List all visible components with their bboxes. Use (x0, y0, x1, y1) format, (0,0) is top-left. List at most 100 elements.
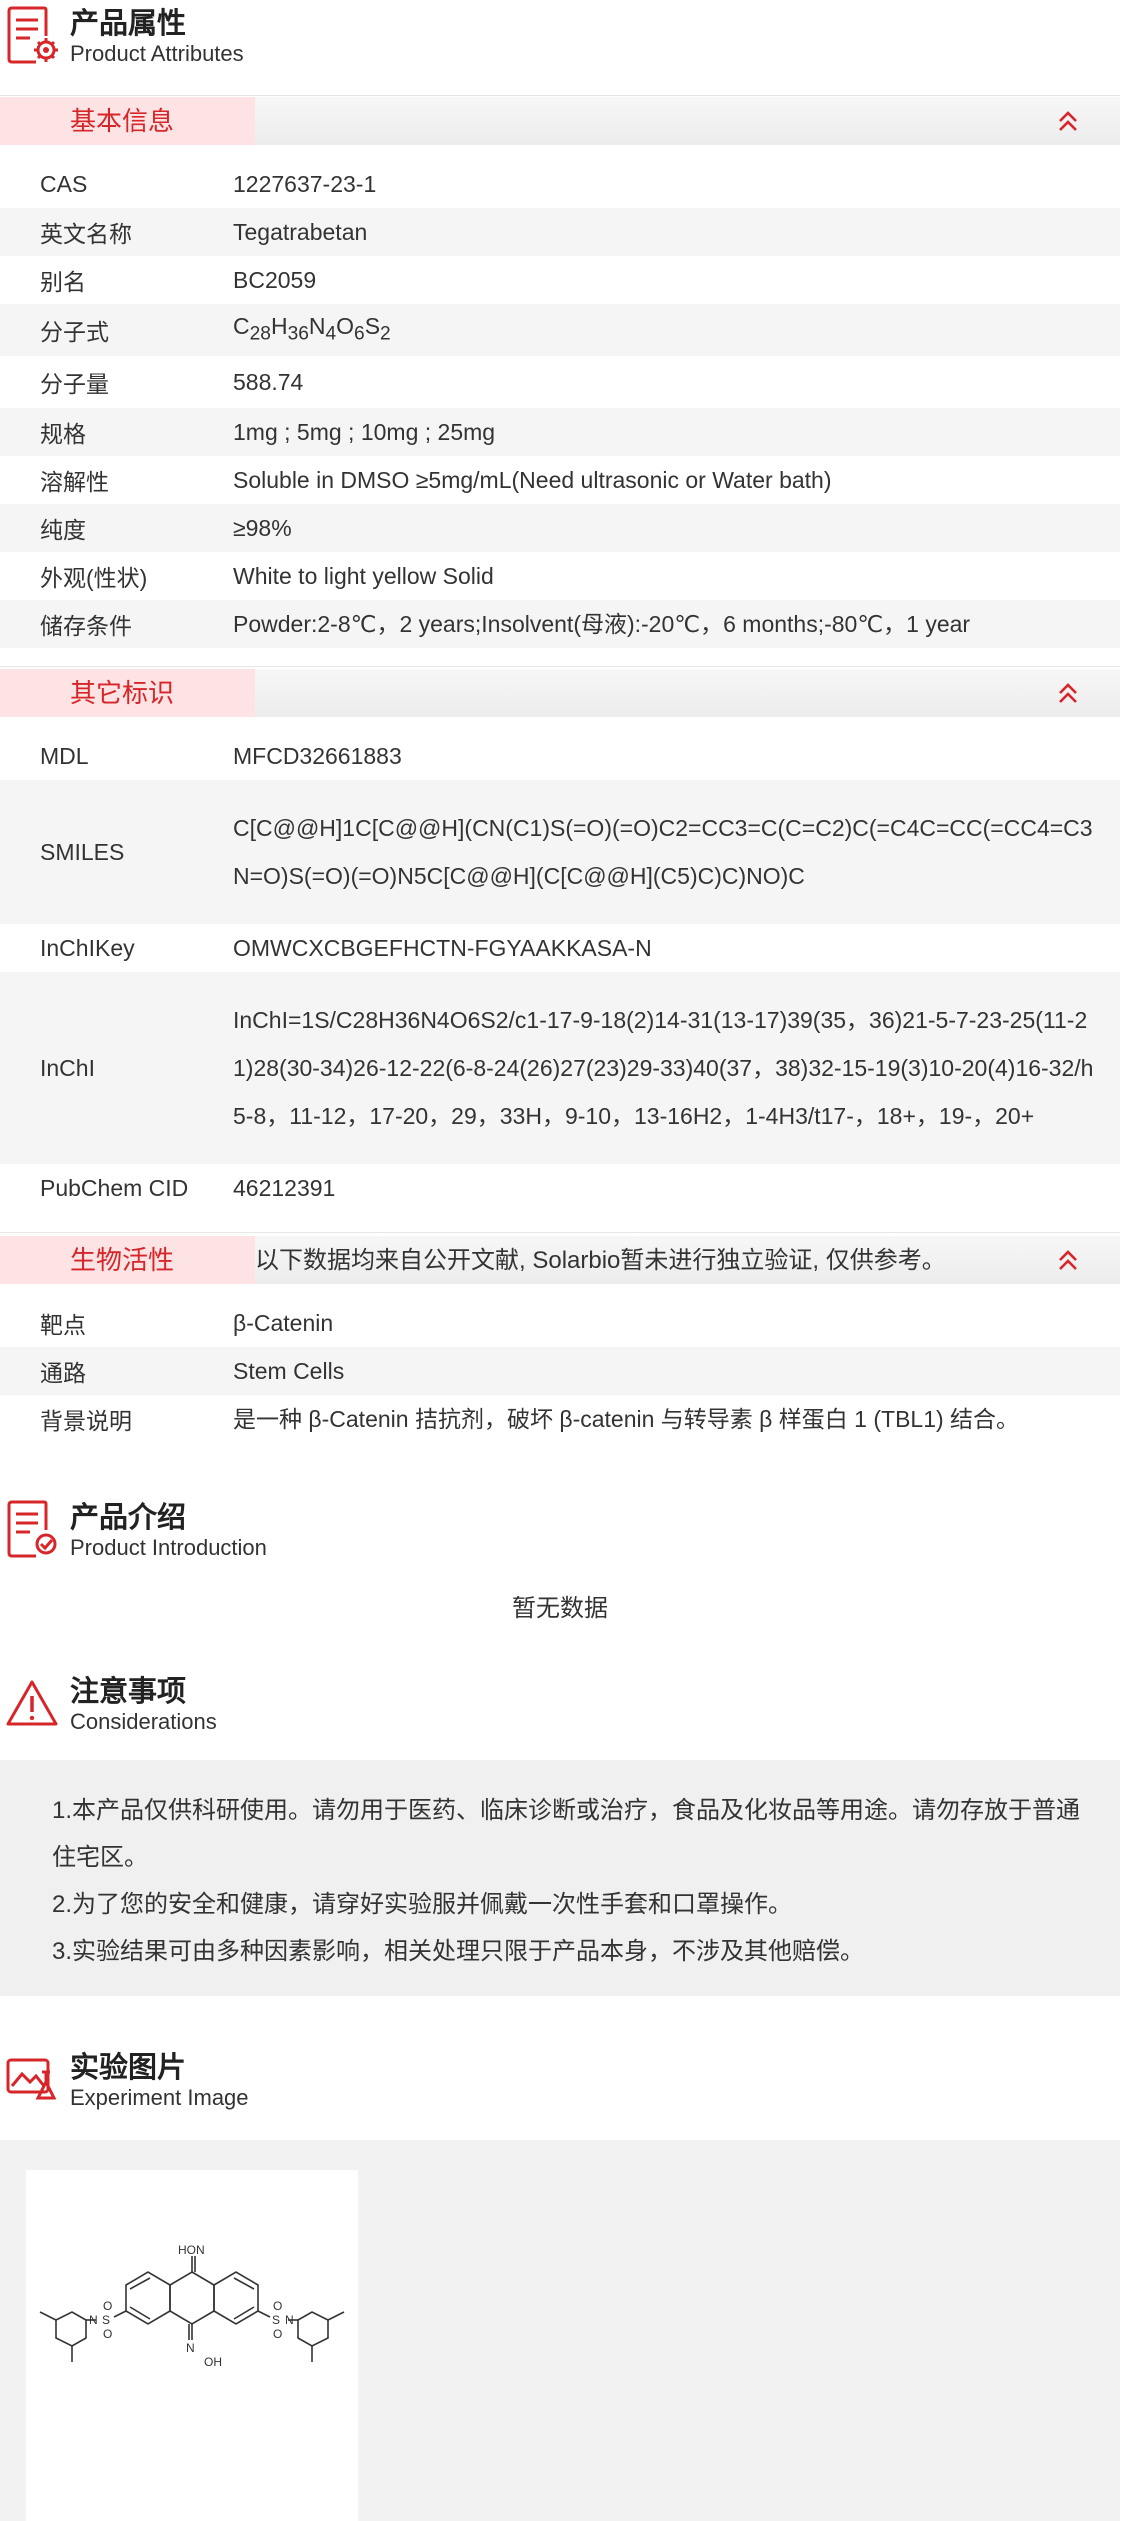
formula-part: 2 (380, 323, 391, 345)
product-intro-header: 产品介绍 Product Introduction (0, 1494, 1120, 1590)
consideration-item: 2.为了您的安全和健康，请穿好实验服并佩戴一次性手套和口罩操作。 (52, 1891, 793, 1918)
empty-state: 暂无数据 (512, 1595, 608, 1622)
section-subtitle: Experiment Image (70, 2085, 249, 2110)
table-row: 英文名称 Tegatrabetan (0, 208, 1120, 256)
section-title: 产品介绍 (70, 1502, 187, 1534)
bio-activity-table: 靶点 β-Catenin 通路 Stem Cells 背景说明 是一种 β-Caten… (0, 1299, 1120, 1443)
table-row: 分子式 C28H36N4O6S2 (0, 304, 1120, 356)
formula-part: S (364, 312, 381, 339)
table-row: 溶解性 Soluble in DMSO ≥5mg/mL(Need ultrason… (0, 456, 1120, 504)
section-title: 实验图片 (70, 2052, 187, 2084)
row-key: InChI (40, 1054, 95, 1081)
table-row: InChI InChI=1S/C28H36N4O6S2/c1-17-9-18(2)… (0, 972, 1120, 1164)
table-row: 背景说明 是一种 β-Catenin 拮抗剂，破坏 β-catenin 与转导素 … (0, 1395, 1120, 1443)
bio-activity-bar[interactable]: 生物活性 以下数据均来自公开文献, Solarbio暂未进行独立验证, 仅供参考… (0, 1236, 1120, 1284)
atom-label: O (103, 2327, 112, 2341)
row-value: 1mg ; 5mg ; 10mg ; 25mg (233, 419, 496, 445)
basic-info-table: CAS 1227637-23-1 英文名称 Tegatrabetan 别名 BC205… (0, 160, 1120, 648)
atom-label: S (102, 2313, 110, 2327)
table-row: 通路 Stem Cells (0, 1347, 1120, 1395)
atom-label: HO (178, 2243, 196, 2257)
experiment-image-header: 实验图片 Experiment Image (0, 2044, 1120, 2140)
row-key: 英文名称 (40, 221, 132, 247)
atom-label: N (285, 2313, 294, 2327)
table-row: MDL MFCD32661883 (0, 732, 1120, 780)
other-ids-bar[interactable]: 其它标识 (0, 669, 1120, 717)
row-value: InChI=1S/C28H36N4O6S2/c1-17-9-18(2)14-31… (233, 1007, 1094, 1129)
row-value: Powder:2-8℃，2 years;Insolvent(母液):-20℃，6… (233, 611, 971, 637)
section-subtitle: Product Attributes (70, 41, 244, 66)
row-key: 外观(性状) (40, 565, 148, 591)
row-key: 分子量 (40, 371, 109, 397)
experiment-image-card[interactable]: HO N N OH N S O O N S O O (26, 2170, 358, 2521)
section-title: 注意事项 (70, 1676, 187, 1708)
table-row: 别名 BC2059 (0, 256, 1120, 304)
formula-part: O (336, 312, 355, 339)
row-key: 背景说明 (40, 1408, 132, 1434)
row-key: SMILES (40, 838, 125, 865)
bio-disclaimer: 以下数据均来自公开文献, Solarbio暂未进行独立验证, 仅供参考。 (255, 1247, 946, 1274)
row-value: OMWCXCBGEFHCTN-FGYAAKKASA-N (233, 935, 652, 961)
atom-label: OH (204, 2355, 222, 2369)
double-chevron-up-icon[interactable] (1056, 109, 1080, 133)
chemical-structure-image: HO N N OH N S O O N S O O (39, 2243, 345, 2369)
divider (0, 666, 1120, 667)
table-row: 规格 1mg ; 5mg ; 10mg ; 25mg (0, 408, 1120, 456)
atom-label: S (272, 2313, 280, 2327)
row-key: 储存条件 (40, 613, 132, 639)
divider (0, 95, 1120, 96)
table-row: 储存条件 Powder:2-8℃，2 years;Insolvent(母液):-2… (0, 600, 1120, 648)
table-row: SMILES C[C@@H]1C[C@@H](CN(C1)S(=O)(=O)C2=… (0, 780, 1120, 924)
atom-label: O (103, 2299, 112, 2313)
table-row: 纯度 ≥98% (0, 504, 1120, 552)
formula-part: 6 (354, 323, 365, 345)
warning-icon (6, 1680, 58, 1726)
formula-part: 4 (325, 323, 337, 345)
row-key: MDL (40, 742, 89, 769)
row-key: InChIKey (40, 934, 135, 961)
atom-label: O (273, 2299, 282, 2313)
row-key: 别名 (40, 269, 86, 295)
section-subtitle: Considerations (70, 1709, 217, 1734)
table-row: PubChem CID 46212391 (0, 1164, 1120, 1212)
row-value: 588.74 (233, 369, 304, 395)
row-value: Stem Cells (233, 1358, 345, 1384)
table-row: InChIKey OMWCXCBGEFHCTN-FGYAAKKASA-N (0, 924, 1120, 972)
image-flask-icon (6, 2058, 57, 2100)
double-chevron-up-icon[interactable] (1056, 1248, 1080, 1272)
row-value: BC2059 (233, 267, 317, 293)
row-key: 分子式 (40, 319, 109, 345)
row-key: 纯度 (40, 517, 86, 543)
experiment-image-area: HO N N OH N S O O N S O O (0, 2140, 1120, 2521)
molecular-formula: C28H36N4O6S2 (233, 302, 1120, 359)
row-value: 46212391 (233, 1175, 336, 1201)
row-value: Tegatrabetan (233, 219, 368, 245)
row-key: 靶点 (40, 1312, 86, 1338)
consideration-item: 1.本产品仅供科研使用。请勿用于医药、临床诊断或治疗，食品及化妆品等用途。请勿存… (52, 1797, 1081, 1871)
row-value: White to light yellow Solid (233, 563, 494, 589)
table-row: CAS 1227637-23-1 (0, 160, 1120, 208)
considerations-header: 注意事项 Considerations (0, 1668, 1120, 1764)
bio-activity-tag: 生物活性 (0, 1236, 255, 1284)
basic-info-tag: 基本信息 (0, 97, 255, 145)
table-row: 分子量 588.74 (0, 356, 1120, 408)
basic-info-bar[interactable]: 基本信息 (0, 97, 1120, 145)
double-chevron-up-icon[interactable] (1056, 681, 1080, 705)
row-value: C[C@@H]1C[C@@H](CN(C1)S(=O)(=O)C2=CC3=C(… (233, 815, 1093, 889)
row-value: β-Catenin (233, 1310, 334, 1336)
formula-part: N (308, 312, 326, 339)
row-key: 规格 (40, 421, 86, 447)
formula-part: 28 (249, 323, 271, 345)
row-value: 1227637-23-1 (233, 171, 377, 197)
row-key: 溶解性 (40, 469, 109, 495)
atom-label: N (196, 2243, 205, 2257)
product-attributes-header: 产品属性 Product Attributes (0, 0, 1120, 96)
row-key: 通路 (40, 1360, 86, 1386)
row-key: CAS (40, 170, 88, 197)
atom-label: N (186, 2341, 195, 2355)
formula-part: 36 (287, 323, 309, 345)
considerations-box: 1.本产品仅供科研使用。请勿用于医药、临床诊断或治疗，食品及化妆品等用途。请勿存… (0, 1760, 1120, 1996)
row-value: 是一种 β-Catenin 拮抗剂，破坏 β-catenin 与转导素 β 样蛋… (233, 1406, 1020, 1432)
formula-part: H (270, 312, 288, 339)
row-value: Soluble in DMSO ≥5mg/mL(Need ultrasonic … (233, 467, 832, 493)
